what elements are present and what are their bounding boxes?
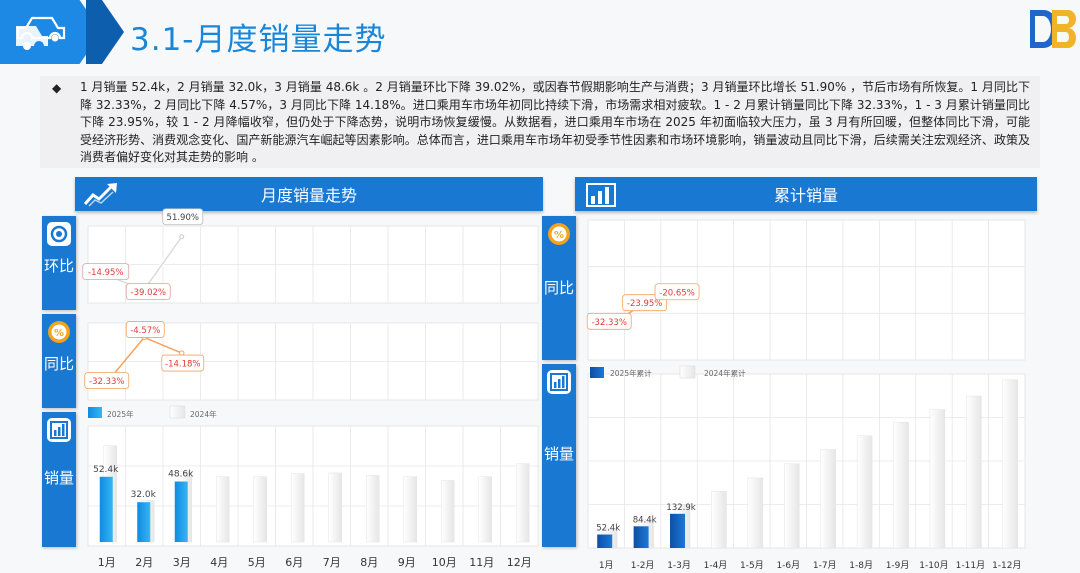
cum-x-tick-label: 1-11月 bbox=[956, 560, 985, 571]
x-tick-label: 3月 bbox=[173, 556, 191, 569]
legend-left: 2025年 2024年 bbox=[88, 405, 217, 419]
yoy-label: -32.33% bbox=[89, 377, 124, 387]
legend-swatch-2025-cum bbox=[590, 367, 604, 378]
cum-x-tick-label: 1-8月 bbox=[849, 560, 873, 571]
x-tick-label: 6月 bbox=[285, 556, 303, 569]
x-tick-label: 11月 bbox=[469, 556, 494, 569]
bar-2024 bbox=[253, 476, 267, 543]
cum-yoy-label: -20.65% bbox=[659, 288, 694, 298]
cum-bar-2024 bbox=[893, 422, 909, 549]
cum-bar-2024 bbox=[966, 395, 982, 549]
bar-2025-label: 48.6k bbox=[168, 470, 194, 480]
yoy-point bbox=[179, 350, 185, 356]
legend-swatch-2025 bbox=[88, 407, 102, 418]
cum-x-tick-label: 1-5月 bbox=[740, 560, 764, 571]
yoy-label: -4.57% bbox=[130, 326, 160, 336]
cum-x-tick-label: 1月 bbox=[599, 560, 614, 571]
bar-2025 bbox=[99, 476, 113, 542]
cum-bar-2025 bbox=[670, 513, 686, 548]
cum-x-tick-label: 1-12月 bbox=[992, 560, 1021, 571]
bar-2024 bbox=[328, 472, 342, 543]
cum-x-tick-label: 1-7月 bbox=[813, 560, 837, 571]
cum-bar-2024 bbox=[747, 477, 764, 549]
cum-bar-2024 bbox=[784, 463, 800, 549]
cum-yoy-label: -23.95% bbox=[627, 299, 662, 309]
cum-yoy-label: -32.33% bbox=[591, 318, 626, 328]
bar-2025-label: 32.0k bbox=[131, 490, 157, 500]
cum-x-tick-label: 1-4月 bbox=[704, 560, 728, 571]
cum-bar-2025-label: 132.9k bbox=[666, 503, 695, 513]
legend-swatch-2024 bbox=[169, 405, 186, 419]
cum-bar-2024 bbox=[929, 409, 946, 549]
charts-canvas: -14.95% -39.02% 51.90% -32.33% -4.57% -14.18%… bbox=[82, 208, 1026, 571]
cum-x-tick-label: 1-9月 bbox=[886, 560, 910, 571]
x-tick-label: 10月 bbox=[432, 556, 457, 569]
legend-label-2024: 2024年 bbox=[190, 409, 217, 419]
cum-bar-2025 bbox=[633, 526, 649, 548]
bar-2024 bbox=[366, 475, 380, 543]
cum-bar-2025 bbox=[597, 534, 613, 548]
bar-2024 bbox=[216, 476, 230, 543]
bar-2025 bbox=[174, 481, 188, 542]
legend-swatch-2024-cum bbox=[679, 365, 696, 379]
x-tick-label: 1月 bbox=[98, 556, 116, 569]
bar-2024 bbox=[291, 473, 305, 543]
cum-x-tick-label: 1-6月 bbox=[776, 560, 800, 571]
x-tick-label: 4月 bbox=[210, 556, 228, 569]
x-tick-label: 2月 bbox=[135, 556, 153, 569]
cum-x-tick-label: 1-2月 bbox=[631, 560, 655, 571]
x-tick-label: 12月 bbox=[507, 556, 532, 569]
bar-2025 bbox=[137, 502, 151, 542]
legend-label-2024-cum: 2024年累计 bbox=[704, 368, 746, 378]
x-tick-label: 5月 bbox=[248, 556, 266, 569]
bar-2024 bbox=[478, 476, 492, 543]
mom-label: 51.90% bbox=[167, 213, 199, 223]
cum-x-tick-label: 1-10月 bbox=[919, 560, 948, 571]
cum-bar-2024 bbox=[856, 435, 873, 549]
mom-point bbox=[179, 234, 185, 240]
cum-bar-2024 bbox=[1002, 379, 1019, 549]
cum-bar-2025-label: 52.4k bbox=[596, 524, 620, 534]
bar-2024 bbox=[516, 463, 530, 543]
cum-bar-2024 bbox=[820, 449, 836, 549]
cum-bar-2024 bbox=[711, 491, 727, 549]
x-tick-label: 8月 bbox=[360, 556, 378, 569]
legend-label-2025-cum: 2025年累计 bbox=[610, 368, 652, 378]
mom-label: -14.95% bbox=[88, 268, 123, 278]
mom-label: -39.02% bbox=[131, 288, 166, 298]
x-tick-label: 7月 bbox=[323, 556, 341, 569]
cum-bar-2025-label: 84.4k bbox=[633, 515, 657, 525]
legend-label-2025: 2025年 bbox=[107, 409, 134, 419]
bar-2024 bbox=[441, 480, 455, 543]
cum-x-tick-label: 1-3月 bbox=[667, 560, 691, 571]
x-tick-label: 9月 bbox=[398, 556, 416, 569]
bar-2024 bbox=[403, 476, 417, 543]
bar-2025-label: 52.4k bbox=[93, 465, 119, 475]
yoy-label: -14.18% bbox=[165, 360, 200, 370]
